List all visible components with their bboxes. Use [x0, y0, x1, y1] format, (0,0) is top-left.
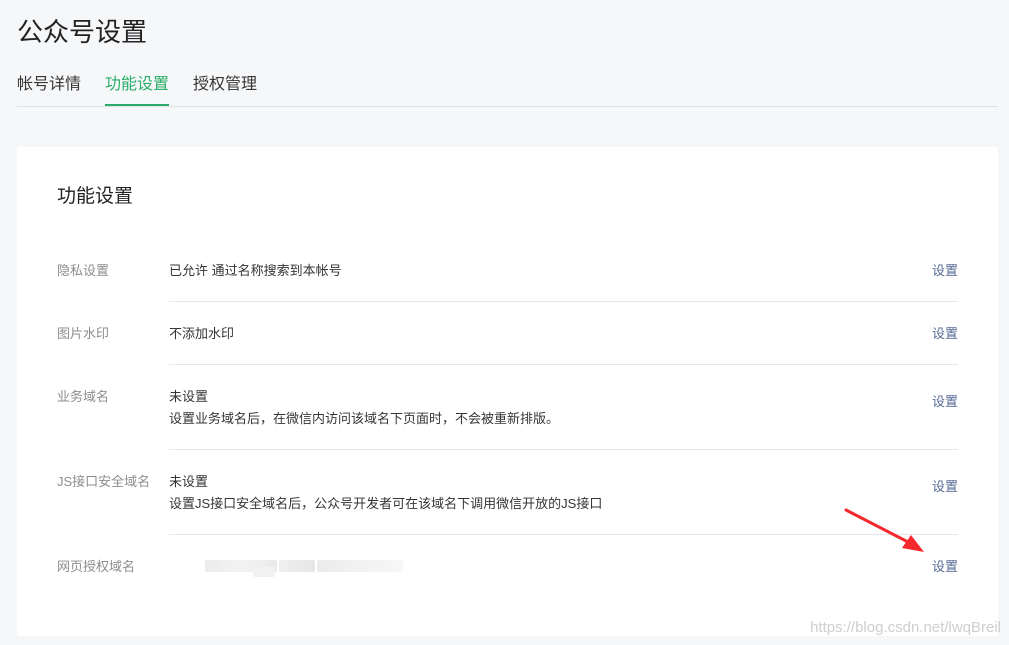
row-value-line: 已允许 通过名称搜索到本帐号: [169, 263, 342, 278]
row-divider: [169, 364, 958, 365]
privacy-settings-link[interactable]: 设置: [932, 261, 958, 281]
red-arrow-annotation: [844, 508, 924, 552]
page-title: 公众号设置: [17, 17, 148, 47]
tab-bar: 帐号详情 功能设置 授权管理: [17, 72, 998, 107]
row-value: 未设置 设置业务域名后，在微信内访问该域名下页面时，不会被重新排版。: [169, 386, 559, 430]
oauth-domain-settings-link[interactable]: 设置: [932, 557, 958, 577]
business-domain-settings-link[interactable]: 设置: [932, 392, 958, 412]
settings-row-watermark: 图片水印 不添加水印 设置: [57, 322, 958, 366]
row-label: 图片水印: [57, 326, 110, 341]
row-value-line: 设置业务域名后，在微信内访问该域名下页面时，不会被重新排版。: [169, 411, 560, 426]
row-value: 未设置 设置JS接口安全域名后，公众号开发者可在该域名下调用微信开放的JS接口: [169, 471, 602, 515]
row-value: 已允许 通过名称搜索到本帐号: [169, 260, 342, 282]
row-divider: [169, 301, 958, 302]
tab-authorization-management[interactable]: 授权管理: [193, 72, 257, 106]
row-value-line: 未设置: [169, 474, 209, 489]
row-label: 业务域名: [57, 389, 110, 404]
row-label: 网页授权域名: [57, 559, 136, 574]
tab-account-details[interactable]: 帐号详情: [17, 72, 81, 106]
row-value-line: 不添加水印: [169, 326, 235, 341]
tab-feature-settings[interactable]: 功能设置: [105, 72, 170, 106]
row-value-line: 设置JS接口安全域名后，公众号开发者可在该域名下调用微信开放的JS接口: [169, 496, 603, 511]
row-value: 不添加水印: [169, 323, 234, 345]
settings-row-js-domain: JS接口安全域名 未设置 设置JS接口安全域名后，公众号开发者可在该域名下调用微…: [57, 470, 958, 536]
card-title: 功能设置: [57, 186, 134, 207]
settings-row-oauth-domain: 网页授权域名 设置: [57, 555, 958, 595]
js-domain-settings-link[interactable]: 设置: [932, 477, 958, 497]
watermark-text: https://blog.csdn.net/lwqBreil: [810, 619, 1001, 636]
watermark-settings-link[interactable]: 设置: [932, 324, 958, 344]
row-divider: [169, 449, 958, 450]
row-label: 隐私设置: [57, 263, 110, 278]
row-value-line: 未设置: [169, 389, 209, 404]
settings-row-business-domain: 业务域名 未设置 设置业务域名后，在微信内访问该域名下页面时，不会被重新排版。 …: [57, 385, 958, 451]
row-label: JS接口安全域名: [57, 474, 151, 489]
settings-card: 功能设置 隐私设置 已允许 通过名称搜索到本帐号 设置 图片水印 不添加水印 设…: [17, 147, 998, 636]
settings-row-privacy: 隐私设置 已允许 通过名称搜索到本帐号 设置: [57, 259, 958, 303]
